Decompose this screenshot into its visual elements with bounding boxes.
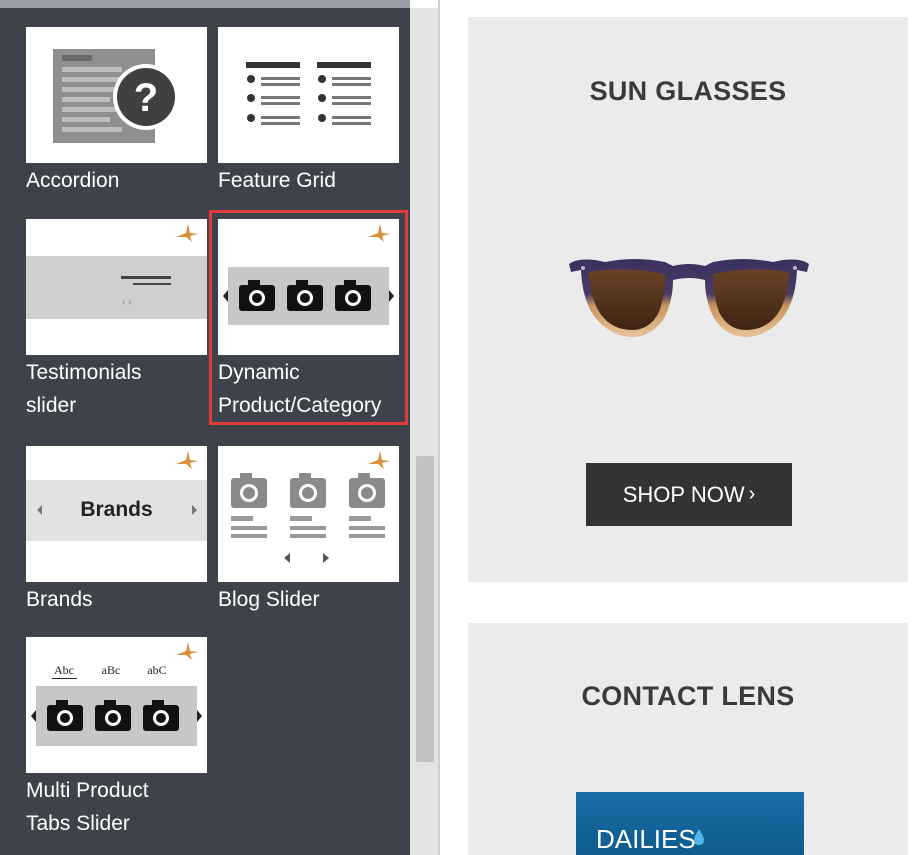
page-builder: ? Accordion Feature Grid ‹ › Testimonial… <box>0 0 914 855</box>
widget-label-testimonials[interactable]: Testimonials slider <box>26 356 142 422</box>
pro-badge-icon <box>176 224 198 242</box>
label-line: Product/Category <box>218 394 382 417</box>
pro-badge-icon <box>368 451 390 469</box>
widget-blog-slider-thumbnail[interactable] <box>218 446 399 582</box>
water-drop-icon <box>694 829 704 845</box>
widget-brands-thumbnail[interactable]: Brands <box>26 446 207 582</box>
widget-label-dynamic-product[interactable]: Dynamic Product/Category <box>218 356 381 422</box>
label-line: Testimonials <box>26 361 142 384</box>
tab-label: aBc <box>102 663 121 677</box>
panel-scrollbar-thumb[interactable] <box>416 456 434 762</box>
card-title: SUN GLASSES <box>589 76 787 106</box>
label-line: Dynamic <box>218 361 300 384</box>
brands-thumb-text: Brands <box>80 498 153 521</box>
widget-label-multi-product[interactable]: Multi Product Tabs Slider <box>26 774 149 840</box>
widget-accordion-thumbnail[interactable]: ? <box>26 27 207 163</box>
pro-badge-icon <box>176 451 198 469</box>
pro-badge-icon <box>368 224 390 242</box>
shop-now-button[interactable]: SHOP NOW › <box>586 463 792 526</box>
tab-label: abC <box>147 663 166 677</box>
pro-badge-icon <box>176 642 198 660</box>
chevron-right-icon: › <box>748 483 756 505</box>
widget-label-brands[interactable]: Brands <box>26 583 93 616</box>
widget-dynamic-product-thumbnail[interactable] <box>218 219 399 355</box>
label-line: Tabs Slider <box>26 812 130 835</box>
svg-text:‹ ›: ‹ › <box>122 297 131 308</box>
contact-lens-product-image: DAILIES <box>576 792 804 855</box>
feature-list-icon <box>246 62 371 125</box>
tab-label: Abc <box>54 663 74 677</box>
sunglasses-image <box>569 259 809 337</box>
product-brand-text: DAILIES <box>596 824 696 854</box>
accordion-question-icon: ? <box>53 49 179 143</box>
shop-now-label: SHOP NOW <box>622 481 745 507</box>
label-line: slider <box>26 394 77 417</box>
widget-label-feature-grid[interactable]: Feature Grid <box>218 164 336 197</box>
card-title: CONTACT LENS <box>581 681 795 711</box>
label-line: Multi Product <box>26 779 149 802</box>
widget-multi-product-thumbnail[interactable]: Abc aBc abC <box>26 637 207 773</box>
widget-feature-grid-thumbnail[interactable] <box>218 27 399 163</box>
svg-text:?: ? <box>134 76 158 120</box>
widget-testimonials-thumbnail[interactable]: ‹ › <box>26 219 207 355</box>
widget-label-accordion[interactable]: Accordion <box>26 164 119 197</box>
widget-label-blog-slider[interactable]: Blog Slider <box>218 583 320 616</box>
